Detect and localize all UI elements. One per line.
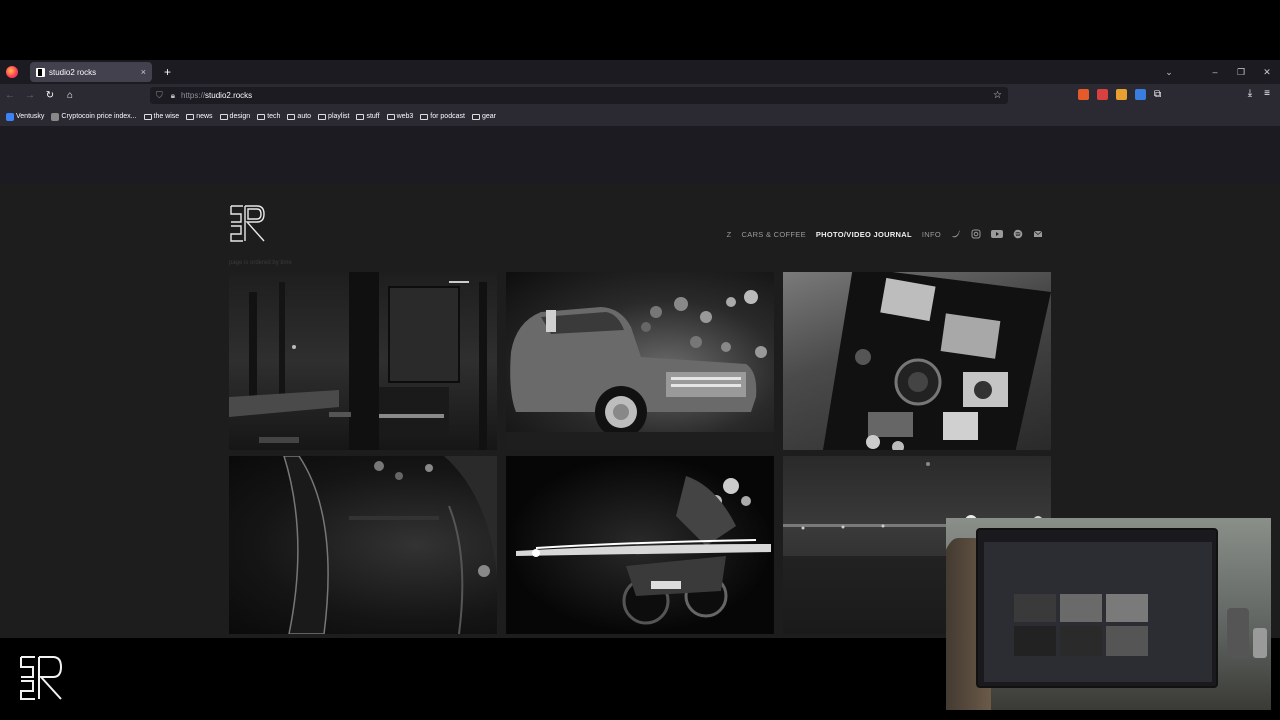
minimize-icon[interactable]: – (1202, 67, 1228, 77)
url-protocol: https:// (181, 91, 206, 100)
photo-tile-cameras-in-box[interactable] (783, 272, 1051, 450)
site-favicon-icon (51, 112, 60, 121)
spotify-icon[interactable] (1013, 229, 1023, 239)
nav-photo-video-journal[interactable]: PHOTO/VIDEO JOURNAL (816, 230, 912, 239)
bookmark-label: playlist (328, 113, 350, 120)
bookmark-item[interactable]: Ventusky (6, 112, 45, 121)
bookmark-item[interactable]: Cryptocoin price index... (51, 112, 137, 121)
active-tab[interactable]: studio2 rocks × (30, 62, 152, 82)
tab-close-icon[interactable]: × (141, 67, 146, 77)
bookmark-item[interactable]: playlist (318, 113, 349, 120)
studio2-logo[interactable] (229, 204, 265, 242)
folder-icon (356, 113, 365, 120)
address-bar[interactable]: ⛉ 🔒︎ https:// studio2.rocks ☆ (150, 87, 1008, 104)
studio2-watermark-logo (20, 656, 63, 700)
list-tabs-chevron-icon[interactable]: ⌄ (1156, 67, 1182, 78)
back-icon[interactable]: ← (0, 90, 20, 101)
bookmark-item[interactable]: auto (287, 113, 311, 120)
monitor-screen (984, 542, 1212, 682)
tracking-shield-icon[interactable]: ⛉ (156, 90, 163, 101)
extension-icons: ⧉ (1078, 89, 1165, 100)
folder-icon (287, 113, 296, 120)
extension-icon[interactable] (1135, 89, 1146, 100)
bookmark-label: auto (297, 113, 312, 120)
extension-icon[interactable] (1078, 89, 1089, 100)
menu-icon[interactable]: ≡ (1264, 88, 1270, 99)
nav-z[interactable]: Z (727, 230, 732, 239)
folder-icon (471, 113, 480, 120)
nav-info[interactable]: INFO (922, 230, 941, 239)
bookmark-label: gear (481, 113, 496, 120)
bottle (1227, 608, 1249, 658)
webcam-monitor (976, 528, 1218, 688)
reload-icon[interactable]: ↻ (40, 90, 60, 101)
photo-tile-bar-interior[interactable] (229, 272, 497, 450)
mail-icon[interactable] (1033, 229, 1043, 239)
bookmark-item[interactable]: web3 (386, 113, 414, 120)
folder-icon (420, 113, 429, 120)
photo-tile-vintage-pickup-truck[interactable] (506, 272, 774, 450)
home-icon[interactable]: ⌂ (60, 90, 80, 101)
bookmark-item[interactable]: for podcast (420, 113, 465, 120)
folder-icon (143, 113, 152, 120)
close-window-icon[interactable]: ✕ (1254, 67, 1280, 78)
photo-grid (229, 272, 1051, 634)
bookmark-label: the wise (153, 113, 180, 120)
bookmark-item[interactable]: news (186, 113, 213, 120)
bookmark-star-icon[interactable]: ☆ (993, 90, 1002, 101)
bookmark-label: news (196, 113, 213, 120)
page-subtitle: page is ordered by time (229, 260, 292, 266)
lock-icon[interactable]: 🔒︎ (171, 91, 175, 101)
youtube-icon[interactable] (991, 229, 1003, 239)
tab-bar: studio2 rocks × + ⌄ – ❐ ✕ (0, 60, 1280, 84)
bookmark-label: for podcast (430, 113, 465, 120)
webcam-overlay (946, 518, 1271, 710)
bookmark-item[interactable]: gear (471, 113, 496, 120)
folder-icon (186, 113, 195, 120)
downloads-icon[interactable]: ⤓ (1248, 88, 1252, 99)
bookmark-item[interactable]: stuff (356, 113, 380, 120)
browser-window: studio2 rocks × + ⌄ – ❐ ✕ ← → ↻ ⌂ ⛉ 🔒︎ h… (0, 60, 1280, 638)
extension-icon[interactable] (1097, 89, 1108, 100)
folder-icon (318, 113, 327, 120)
folder-icon (219, 113, 228, 120)
bookmark-label: Ventusky (16, 113, 45, 120)
bookmarks-toolbar: Ventusky Cryptocoin price index... the wis… (0, 107, 1280, 126)
photo-tile-motorcycle-light-trails[interactable] (506, 456, 774, 634)
site-favicon-icon (36, 67, 45, 77)
can (1253, 628, 1267, 658)
restore-icon[interactable]: ❐ (1228, 67, 1254, 78)
toolbar-right: ⤓ ≡ (1248, 88, 1270, 99)
bookmark-item[interactable]: design (219, 113, 251, 120)
pickup-truck-image (506, 290, 774, 450)
bookmark-label: web3 (396, 113, 414, 120)
site-navigation: Z CARS & COFFEE PHOTO/VIDEO JOURNAL INFO (727, 229, 1043, 239)
forward-icon[interactable]: → (20, 90, 40, 101)
bookmark-item[interactable]: the wise (143, 113, 180, 120)
photo-tile-glass-closeup[interactable] (229, 456, 497, 634)
window-controls: ⌄ – ❐ ✕ (1156, 60, 1280, 84)
url-host: studio2.rocks (205, 91, 253, 100)
bookmark-item[interactable]: tech (257, 113, 280, 120)
twitter-icon[interactable] (951, 229, 961, 239)
bookmark-label: tech (267, 113, 281, 120)
folder-icon (386, 113, 395, 120)
instagram-icon[interactable] (971, 229, 981, 239)
motorcycle-image (516, 476, 771, 625)
bookmark-label: design (229, 113, 251, 120)
glass-closeup-image (283, 456, 497, 634)
extension-icon[interactable] (1116, 89, 1127, 100)
nav-cars-and-coffee[interactable]: CARS & COFFEE (742, 230, 806, 239)
bookmark-label: stuff (366, 113, 380, 120)
bar-interior-image (229, 272, 487, 450)
folder-icon (257, 113, 266, 120)
tab-title: studio2 rocks (49, 67, 97, 77)
site-favicon-icon (6, 112, 14, 121)
bookmark-label: Cryptocoin price index... (61, 113, 137, 120)
cameras-image (823, 272, 1051, 450)
extensions-puzzle-icon[interactable]: ⧉ (1154, 89, 1165, 100)
new-tab-button[interactable]: + (164, 65, 171, 79)
firefox-icon[interactable] (6, 66, 18, 78)
